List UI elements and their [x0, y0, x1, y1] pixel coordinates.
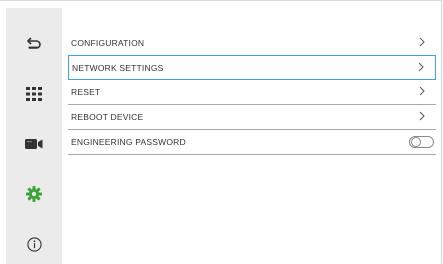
- sidebar: [6, 8, 62, 264]
- chevron-right-icon: [419, 86, 425, 96]
- video-camera-icon: [25, 139, 43, 149]
- menu-item-reboot-device[interactable]: REBOOT DEVICE: [68, 105, 436, 130]
- chevron-right-icon: [419, 111, 425, 121]
- settings-button[interactable]: [6, 180, 62, 208]
- back-arrow-icon: [27, 37, 41, 49]
- menu-item-label: RESET: [71, 87, 101, 97]
- menu-item-label: NETWORK SETTINGS: [72, 63, 164, 73]
- toggle-knob: [411, 137, 421, 147]
- menu-item-engineering-password: ENGINEERING PASSWORD: [68, 130, 436, 155]
- chevron-right-icon: [418, 62, 424, 72]
- camera-button[interactable]: [6, 130, 62, 158]
- info-icon: [26, 236, 42, 252]
- chevron-right-icon: [419, 37, 425, 47]
- settings-menu: CONFIGURATION NETWORK SETTINGS RESET REB…: [68, 31, 436, 155]
- info-button[interactable]: [6, 230, 62, 258]
- menu-item-label: ENGINEERING PASSWORD: [71, 137, 186, 147]
- menu-item-label: CONFIGURATION: [71, 38, 145, 48]
- keypad-button[interactable]: [6, 80, 62, 108]
- back-button[interactable]: [6, 30, 62, 58]
- engineering-password-toggle[interactable]: [409, 136, 434, 148]
- menu-item-reset[interactable]: RESET: [68, 80, 436, 105]
- menu-item-label: REBOOT DEVICE: [71, 112, 144, 122]
- settings-gear-icon: [26, 186, 42, 202]
- menu-item-configuration[interactable]: CONFIGURATION: [68, 31, 436, 56]
- keypad-grid-icon: [26, 87, 42, 101]
- menu-item-network-settings[interactable]: NETWORK SETTINGS: [68, 55, 436, 80]
